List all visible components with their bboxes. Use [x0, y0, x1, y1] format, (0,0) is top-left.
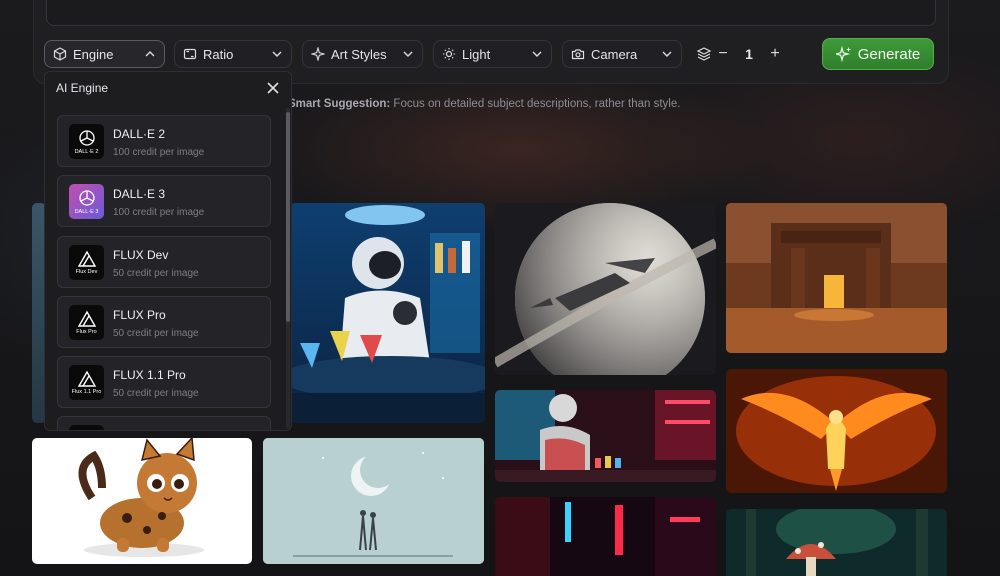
- light-label: Light: [462, 46, 491, 62]
- camera-label: Camera: [591, 46, 638, 62]
- engine-label: Engine: [73, 46, 114, 62]
- dropdown-header: AI Engine: [45, 72, 291, 104]
- sparkles-icon: [835, 46, 851, 62]
- engine-name: FLUX Dev: [113, 248, 169, 262]
- engine-option-flux-pro[interactable]: Flux Pro FLUX Pro 50 credit per image: [57, 296, 271, 348]
- engine-name: DALL·E 2: [113, 127, 166, 141]
- engine-option-flux-dev[interactable]: Flux Dev FLUX Dev 50 credit per image: [57, 236, 271, 288]
- openai-logo-icon: DALL·E 2: [69, 124, 104, 159]
- flux-logo-icon: Flux Dev: [69, 245, 104, 280]
- engine-option-flux-1-1-pro[interactable]: Flux 1.1 Pro FLUX 1.1 Pro 50 credit per …: [57, 356, 271, 408]
- quantity-value: 1: [745, 46, 753, 62]
- engine-option-dalle-2[interactable]: DALL·E 2 DALL·E 2 100 credit per image: [57, 115, 271, 167]
- smart-suggestion: Smart Suggestion: Focus on detailed subj…: [288, 98, 680, 110]
- close-icon[interactable]: [265, 80, 281, 96]
- decrease-button[interactable]: −: [712, 45, 734, 63]
- engine-select[interactable]: Engine: [44, 40, 165, 68]
- flux-logo-icon: Flux Pro: [69, 305, 104, 340]
- sparkle-icon: [311, 47, 325, 61]
- engine-credit: 100 credit per image: [113, 207, 205, 218]
- gallery-image-robot-bar[interactable]: [290, 203, 485, 423]
- chevron-up-icon: [145, 51, 155, 57]
- cube-icon: [53, 47, 67, 61]
- generate-button[interactable]: Generate: [822, 38, 934, 70]
- gallery-image-desert-temple[interactable]: [726, 203, 947, 353]
- flux-logo-icon: Flux 1.1 Pro: [69, 365, 104, 400]
- gallery-image-neon-alley[interactable]: [495, 497, 716, 576]
- ratio-label: Ratio: [203, 46, 234, 62]
- gallery-image-planet-ships[interactable]: [495, 203, 716, 375]
- chevron-down-icon: [272, 51, 282, 57]
- chevron-down-icon: [403, 51, 413, 57]
- dropdown-scrollbar-thumb[interactable]: [286, 112, 290, 322]
- engine-name: FLUX 1.1 Pro: [113, 368, 186, 382]
- prompt-textarea[interactable]: [46, 0, 936, 26]
- engine-option-dalle-3[interactable]: DALL·E 3 DALL·E 3 100 credit per image: [57, 175, 271, 227]
- layers-icon: [696, 47, 712, 61]
- gallery-image-phoenix[interactable]: [726, 369, 947, 493]
- gallery-image-robot-neon[interactable]: [495, 390, 716, 482]
- ai-engine-dropdown: AI Engine DALL·E 2 DALL·E 2 100 credit p…: [44, 71, 292, 431]
- engine-name: FLUX Pro: [113, 308, 166, 322]
- quantity-stepper: − 1 +: [696, 40, 786, 68]
- aspect-ratio-icon: [183, 48, 197, 60]
- gallery-image-mushroom-forest[interactable]: [726, 509, 947, 576]
- engine-logo-icon: [69, 425, 104, 430]
- art-styles-label: Art Styles: [331, 46, 387, 62]
- increase-button[interactable]: +: [764, 45, 786, 63]
- engine-credit: 50 credit per image: [113, 268, 199, 279]
- generate-label: Generate: [857, 45, 921, 63]
- gallery-image-cat-cartoon[interactable]: [32, 438, 252, 564]
- camera-select[interactable]: Camera: [562, 40, 682, 68]
- suggestion-text: Focus on detailed subject descriptions, …: [390, 98, 681, 110]
- suggestion-prefix: Smart Suggestion:: [288, 98, 391, 110]
- art-styles-select[interactable]: Art Styles: [302, 40, 423, 68]
- ratio-select[interactable]: Ratio: [174, 40, 292, 68]
- engine-name: DALL·E 3: [113, 187, 166, 201]
- engine-credit: 50 credit per image: [113, 388, 199, 399]
- engine-option-partial[interactable]: [57, 416, 271, 430]
- engine-credit: 100 credit per image: [113, 147, 205, 158]
- sun-icon: [443, 48, 455, 60]
- openai-logo-icon: DALL·E 3: [69, 184, 104, 219]
- engine-credit: 50 credit per image: [113, 328, 199, 339]
- light-select[interactable]: Light: [433, 40, 552, 68]
- chevron-down-icon: [532, 51, 542, 57]
- gallery-image-moon-couple[interactable]: [263, 438, 484, 564]
- chevron-down-icon: [662, 51, 672, 57]
- dropdown-title: AI Engine: [56, 81, 109, 95]
- camera-icon: [571, 49, 585, 60]
